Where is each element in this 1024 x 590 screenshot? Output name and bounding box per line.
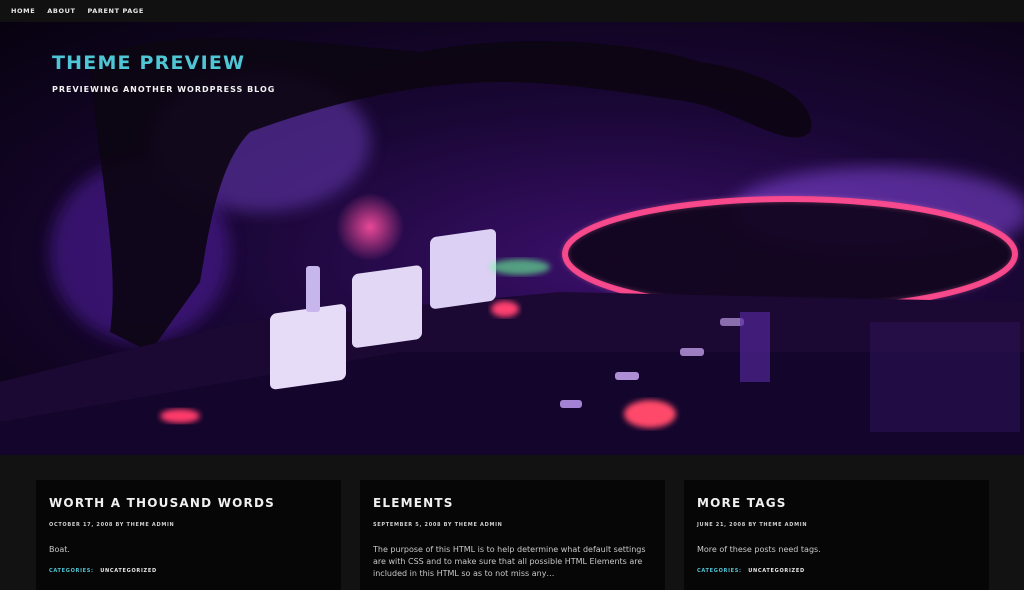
- site-title[interactable]: THEME PREVIEW: [52, 52, 245, 74]
- nav-item-parent-page[interactable]: Parent Page: [88, 7, 144, 15]
- category-link[interactable]: UNCATEGORIZED: [100, 568, 157, 574]
- post-meta: OCTOBER 17, 2008 BY THEME ADMIN: [49, 522, 175, 528]
- post-categories: CATEGORIES: UNCATEGORIZED: [697, 568, 805, 574]
- post-card: MORE TAGS JUNE 21, 2008 BY THEME ADMIN M…: [684, 480, 989, 590]
- post-categories: CATEGORIES: UNCATEGORIZED: [49, 568, 157, 574]
- header-hero-image: THEME PREVIEW PREVIEWING ANOTHER WORDPRE…: [0, 22, 1024, 455]
- nav-item-about[interactable]: About: [47, 7, 75, 15]
- site-description: PREVIEWING ANOTHER WORDPRESS BLOG: [52, 85, 276, 94]
- nav-item-home[interactable]: Home: [11, 7, 35, 15]
- post-excerpt: Boat.: [49, 545, 70, 554]
- post-meta: SEPTEMBER 5, 2008 BY THEME ADMIN: [373, 522, 503, 528]
- category-link[interactable]: UNCATEGORIZED: [748, 568, 805, 574]
- post-meta: JUNE 21, 2008 BY THEME ADMIN: [697, 522, 808, 528]
- post-title[interactable]: WORTH A THOUSAND WORDS: [49, 496, 275, 510]
- post-list: WORTH A THOUSAND WORDS OCTOBER 17, 2008 …: [0, 455, 1024, 590]
- categories-label: CATEGORIES:: [49, 568, 94, 574]
- post-excerpt: The purpose of this HTML is to help dete…: [373, 545, 646, 578]
- post-title[interactable]: ELEMENTS: [373, 496, 454, 510]
- post-excerpt: More of these posts need tags.: [697, 545, 821, 554]
- categories-label: CATEGORIES:: [697, 568, 742, 574]
- post-card: WORTH A THOUSAND WORDS OCTOBER 17, 2008 …: [36, 480, 341, 590]
- post-card: ELEMENTS SEPTEMBER 5, 2008 BY THEME ADMI…: [360, 480, 665, 590]
- post-title[interactable]: MORE TAGS: [697, 496, 787, 510]
- top-navigation: Home About Parent Page: [0, 0, 1024, 22]
